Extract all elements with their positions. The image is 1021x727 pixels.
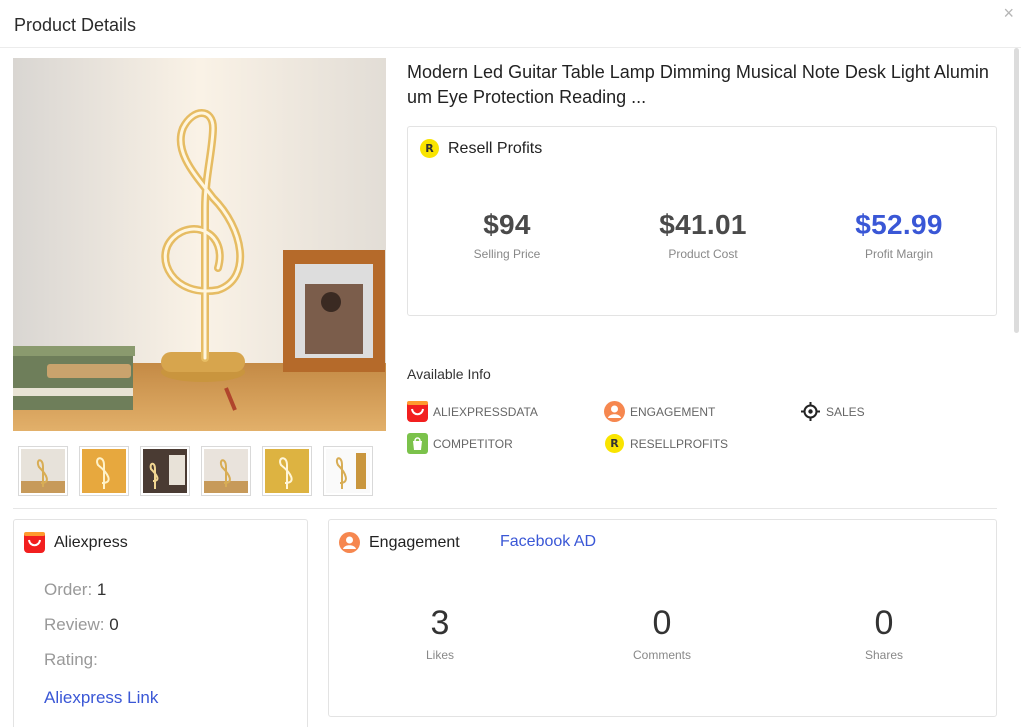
- product-cost-stat: $41.01 Product Cost: [605, 209, 801, 261]
- order-row: Order: 1: [44, 580, 106, 600]
- profit-margin-value: $52.99: [855, 209, 943, 240]
- comments-stat: 0 Comments: [562, 604, 762, 662]
- close-icon[interactable]: ×: [1003, 4, 1014, 22]
- likes-stat: 3 Likes: [340, 604, 540, 662]
- thumbnail-1[interactable]: [18, 446, 68, 496]
- profit-margin-stat: $52.99 Profit Margin: [801, 209, 997, 261]
- resell-profits-header: R Resell Profits: [420, 139, 542, 158]
- comments-label: Comments: [632, 648, 691, 662]
- aliexpress-heading: Aliexpress: [54, 533, 128, 551]
- aliexpress-icon: [407, 401, 428, 422]
- resell-profits-heading: Resell Profits: [448, 139, 543, 157]
- info-engagement[interactable]: ENGAGEMENT: [604, 401, 715, 422]
- engagement-icon: [604, 401, 625, 422]
- product-cost-value: $41.01: [659, 209, 747, 240]
- aliexpress-link[interactable]: Aliexpress Link: [44, 688, 158, 708]
- aliexpress-card: Aliexpress Order: 1 Review: 0 Rating: Al…: [13, 519, 308, 727]
- engagement-header: Engagement: [339, 532, 460, 553]
- thumbnail-5[interactable]: [262, 446, 312, 496]
- info-aliexpressdata-label: ALIEXPRESSDATA: [433, 404, 538, 419]
- product-cost-label: Product Cost: [668, 247, 738, 261]
- order-label: Order:: [44, 580, 93, 599]
- thumbnail-strip: [18, 446, 373, 496]
- review-value: 0: [109, 615, 119, 634]
- info-sales-label: SALES: [826, 404, 865, 419]
- selling-price-label: Selling Price: [473, 247, 541, 261]
- shares-stat: 0 Shares: [784, 604, 984, 662]
- info-resellprofits-label: RESELLPROFITS: [630, 436, 729, 451]
- info-aliexpressdata[interactable]: ALIEXPRESSDATA: [407, 401, 538, 422]
- scrollbar[interactable]: [1014, 48, 1019, 333]
- thumbnail-4[interactable]: [201, 446, 251, 496]
- product-title: Modern Led Guitar Table Lamp Dimming Mus…: [407, 62, 989, 107]
- thumbnail-3[interactable]: [140, 446, 190, 496]
- info-competitor[interactable]: COMPETITOR: [407, 433, 513, 454]
- shopify-icon: [407, 433, 428, 454]
- resell-badge-icon: R: [420, 139, 439, 158]
- shares-label: Shares: [864, 648, 904, 662]
- likes-label: Likes: [425, 648, 454, 662]
- resell-profits-card: R Resell Profits $94 Selling Price $41.0…: [407, 126, 997, 316]
- available-info-title: Available Info: [407, 366, 491, 382]
- resell-badge-letter: R: [605, 434, 624, 453]
- info-resellprofits[interactable]: R RESELLPROFITS: [604, 433, 728, 454]
- comments-value: 0: [652, 604, 672, 642]
- crosshair-icon: [800, 401, 821, 422]
- thumbnail-6[interactable]: [323, 446, 373, 496]
- rating-label: Rating:: [44, 650, 98, 669]
- info-competitor-label: COMPETITOR: [433, 436, 513, 451]
- product-main-image: [13, 58, 386, 431]
- profit-margin-label: Profit Margin: [864, 247, 934, 261]
- info-engagement-label: ENGAGEMENT: [630, 404, 716, 419]
- shares-value: 0: [874, 604, 894, 642]
- review-row: Review: 0: [44, 615, 119, 635]
- thumbnail-2[interactable]: [79, 446, 129, 496]
- engagement-icon: [339, 532, 360, 553]
- resell-badge-icon: R: [604, 433, 625, 454]
- order-value: 1: [96, 580, 107, 599]
- modal-header: Product Details ×: [0, 0, 1021, 48]
- selling-price-stat: $94 Selling Price: [409, 209, 605, 261]
- facebook-ad-link[interactable]: Facebook AD: [500, 533, 596, 551]
- review-label: Review:: [44, 615, 105, 634]
- aliexpress-icon: [24, 532, 45, 553]
- likes-value: 3: [430, 604, 450, 642]
- selling-price-value: $94: [483, 209, 531, 240]
- engagement-heading: Engagement: [369, 533, 460, 551]
- aliexpress-header: Aliexpress: [24, 532, 128, 553]
- engagement-card: Engagement Facebook AD 3 Likes 0 Comment…: [328, 519, 997, 717]
- section-divider: [13, 508, 997, 509]
- modal-title: Product Details: [14, 15, 137, 35]
- info-sales[interactable]: SALES: [800, 401, 865, 422]
- rating-row: Rating:: [44, 650, 98, 670]
